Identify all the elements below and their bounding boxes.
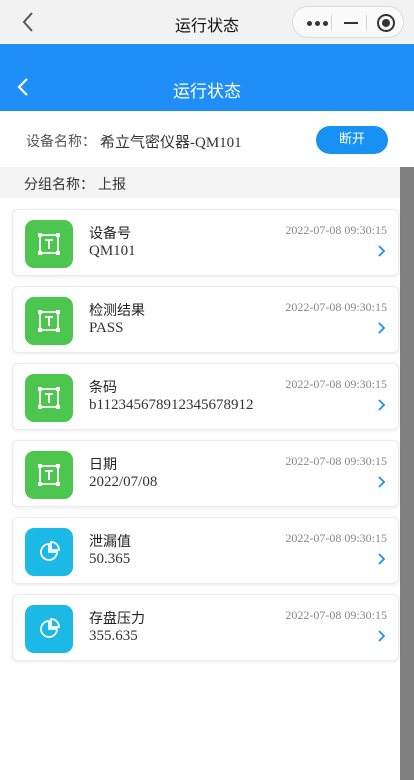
chevron-right-icon (378, 322, 385, 334)
text-frame-icon (25, 374, 73, 422)
chevron-right-icon (378, 245, 385, 257)
chevron-right-icon (378, 630, 385, 642)
item-time: 2022-07-08 09:30:15 (285, 300, 387, 314)
item-time: 2022-07-08 09:30:15 (285, 454, 387, 468)
item-name: 泄漏值 (89, 534, 131, 550)
disconnect-button[interactable]: 断开 (316, 126, 388, 154)
item-value: PASS (89, 320, 124, 336)
chevron-right-icon (378, 553, 385, 565)
scrollbar[interactable] (400, 167, 414, 780)
more-icon[interactable] (307, 21, 329, 26)
item-name: 条码 (89, 380, 117, 396)
list-item[interactable]: 日期 2022/07/08 2022-07-08 09:30:15 (12, 440, 399, 507)
chevron-right-icon (378, 476, 385, 488)
item-time: 2022-07-08 09:30:15 (285, 377, 387, 391)
item-name: 存盘压力 (89, 611, 145, 627)
list-item[interactable]: 设备号 QM101 2022-07-08 09:30:15 (12, 209, 399, 276)
item-name: 日期 (89, 457, 117, 473)
item-value: 355.635 (89, 628, 138, 644)
device-name: 希立气密仪器-QM101 (100, 135, 242, 151)
capsule-divider (366, 15, 367, 31)
pie-chart-icon (25, 528, 73, 576)
group-label: 分组名称： (24, 177, 94, 193)
group-bar: 分组名称： 上报 (0, 167, 400, 198)
capsule-divider (331, 15, 332, 31)
item-value: b112345678912345678912 (89, 397, 254, 413)
device-row: 设备名称： 希立气密仪器-QM101 断开 (0, 111, 414, 167)
system-nav-bar: 运行状态 (0, 0, 414, 44)
item-time: 2022-07-08 09:30:15 (285, 608, 387, 622)
list-item[interactable]: 条码 b112345678912345678912 2022-07-08 09:… (12, 363, 399, 430)
device-label: 设备名称： (26, 134, 96, 150)
item-name: 检测结果 (89, 303, 145, 319)
page-header: 运行状态 (0, 44, 414, 111)
item-time: 2022-07-08 09:30:15 (285, 531, 387, 545)
page-title: 运行状态 (173, 82, 241, 102)
item-value: 50.365 (89, 551, 131, 567)
text-frame-icon (25, 220, 73, 268)
list-item[interactable]: 泄漏值 50.365 2022-07-08 09:30:15 (12, 517, 399, 584)
list-item[interactable]: 存盘压力 355.635 2022-07-08 09:30:15 (12, 594, 399, 661)
pie-chart-icon (25, 605, 73, 653)
item-value: QM101 (89, 243, 136, 259)
list-item[interactable]: 检测结果 PASS 2022-07-08 09:30:15 (12, 286, 399, 353)
group-value: 上报 (98, 177, 126, 193)
close-icon[interactable] (377, 14, 395, 32)
item-name: 设备号 (89, 226, 131, 242)
chevron-right-icon (378, 399, 385, 411)
minimize-icon[interactable] (344, 22, 358, 24)
item-value: 2022/07/08 (89, 474, 158, 490)
miniprogram-capsule (292, 6, 404, 38)
text-frame-icon (25, 297, 73, 345)
item-time: 2022-07-08 09:30:15 (285, 223, 387, 237)
text-frame-icon (25, 451, 73, 499)
